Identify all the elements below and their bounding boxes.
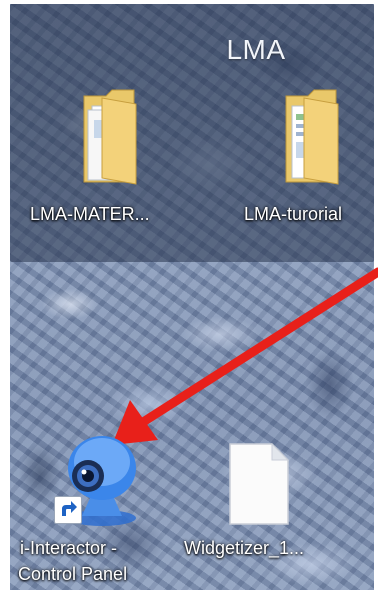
desktop-icon-label-line1: i-Interactor - <box>20 538 118 558</box>
blank-document-icon <box>229 442 290 525</box>
desktop-icon-i-interactor-control-panel[interactable]: i-Interactor - Control Panel <box>14 432 184 592</box>
desktop-icon-label-line2: Control Panel <box>18 564 128 584</box>
shortcut-arrow-icon <box>54 496 82 524</box>
desktop-icon-widgetizer[interactable]: Widgetizer_1... <box>182 440 352 580</box>
desktop-icon-label: Widgetizer_1... <box>184 538 305 558</box>
